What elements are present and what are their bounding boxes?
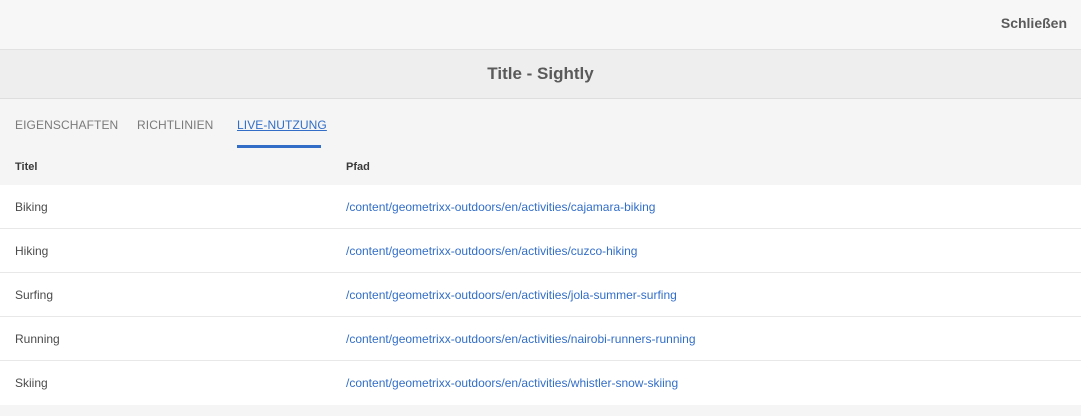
table-row: Hiking /content/geometrixx-outdoors/en/a… bbox=[0, 229, 1081, 273]
row-title: Hiking bbox=[15, 244, 49, 258]
table-row: Skiing /content/geometrixx-outdoors/en/a… bbox=[0, 361, 1081, 405]
table-row: Running /content/geometrixx-outdoors/en/… bbox=[0, 317, 1081, 361]
title-bar: Title - Sightly bbox=[0, 50, 1081, 99]
top-bar: Schließen bbox=[0, 0, 1081, 50]
main-content: EIGENSCHAFTEN RICHTLINIEN LIVE-NUTZUNG T… bbox=[0, 99, 1081, 416]
tab-live-nutzung[interactable]: LIVE-NUTZUNG bbox=[237, 118, 327, 132]
column-header-path: Pfad bbox=[346, 161, 370, 173]
table-body: Biking /content/geometrixx-outdoors/en/a… bbox=[0, 185, 1081, 405]
column-header-title: Titel bbox=[15, 161, 38, 173]
row-path-link[interactable]: /content/geometrixx-outdoors/en/activiti… bbox=[346, 288, 677, 302]
table-row: Biking /content/geometrixx-outdoors/en/a… bbox=[0, 185, 1081, 229]
row-title: Surfing bbox=[15, 288, 54, 302]
row-title: Skiing bbox=[15, 376, 48, 390]
row-path-link[interactable]: /content/geometrixx-outdoors/en/activiti… bbox=[346, 376, 678, 390]
table-header: Titel Pfad bbox=[0, 149, 1081, 185]
row-path-link[interactable]: /content/geometrixx-outdoors/en/activiti… bbox=[346, 244, 637, 258]
row-path-link[interactable]: /content/geometrixx-outdoors/en/activiti… bbox=[346, 200, 655, 214]
row-title: Running bbox=[15, 332, 60, 346]
table-row: Surfing /content/geometrixx-outdoors/en/… bbox=[0, 273, 1081, 317]
row-path-link[interactable]: /content/geometrixx-outdoors/en/activiti… bbox=[346, 332, 696, 346]
tab-eigenschaften[interactable]: EIGENSCHAFTEN bbox=[15, 118, 118, 132]
close-button[interactable]: Schließen bbox=[1001, 15, 1067, 31]
dialog-title: Title - Sightly bbox=[487, 64, 594, 83]
active-tab-indicator bbox=[237, 145, 321, 148]
tab-bar: EIGENSCHAFTEN RICHTLINIEN LIVE-NUTZUNG bbox=[0, 99, 1081, 149]
row-title: Biking bbox=[15, 200, 48, 214]
tab-richtlinien[interactable]: RICHTLINIEN bbox=[137, 118, 213, 132]
